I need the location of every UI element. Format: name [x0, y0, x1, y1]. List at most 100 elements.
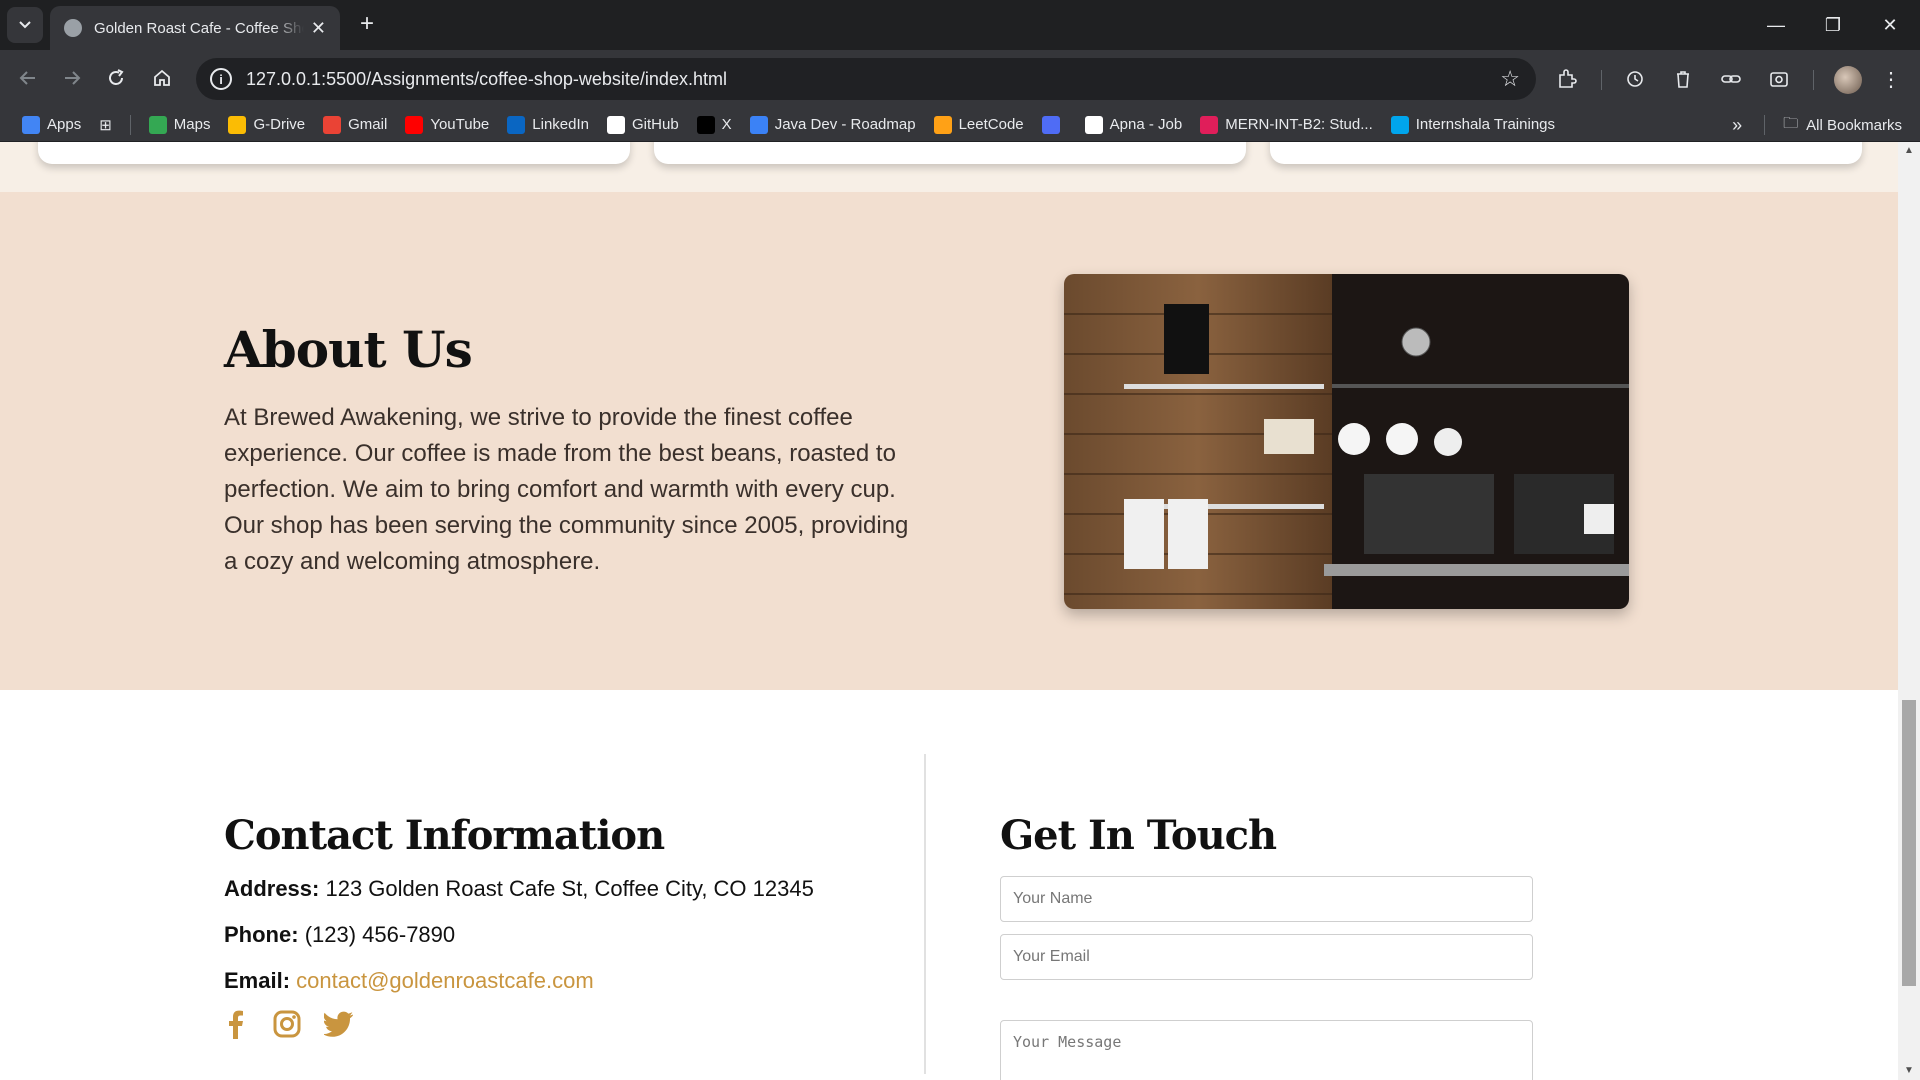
name-input[interactable] — [1000, 876, 1533, 922]
browser-toolbar: i 127.0.0.1:5500/Assignments/coffee-shop… — [0, 50, 1920, 108]
apna-icon — [1084, 115, 1103, 134]
bookmark-label: GitHub — [631, 116, 679, 133]
extensions-icon[interactable] — [1552, 64, 1582, 94]
bookmark-item[interactable]: Apna - Job — [1084, 115, 1183, 134]
bookmark-label: LinkedIn — [532, 116, 589, 133]
close-window-button[interactable]: ✕ — [1862, 0, 1918, 50]
tab-search-button[interactable] — [7, 7, 43, 43]
bookmarks-bar: Apps ⊞ Maps G-Drive Gmail YouTube LinkedIn GitH… — [0, 108, 1920, 142]
all-bookmarks-button[interactable]: All Bookmarks — [1806, 117, 1902, 134]
email-input[interactable] — [1000, 934, 1533, 980]
tab-title: Golden Roast Cafe - Coffee Shop — [94, 19, 304, 37]
twitter-icon[interactable] — [324, 1008, 354, 1040]
screenshot-icon[interactable] — [1764, 64, 1794, 94]
bookmark-item[interactable]: G-Drive — [228, 115, 306, 134]
contact-section: Contact Information Address: 123 Golden … — [0, 690, 1898, 1080]
bookmark-label: Internshala Trainings — [1415, 116, 1555, 133]
menu-card — [654, 142, 1246, 164]
bookmark-item[interactable]: X — [696, 115, 732, 134]
close-tab-icon[interactable]: ✕ — [311, 18, 326, 39]
link-icon[interactable] — [1716, 64, 1746, 94]
menu-dots-icon[interactable]: ⋮ — [1876, 64, 1906, 94]
bookmark-item[interactable]: Apps — [22, 115, 81, 134]
tab-groups-icon[interactable]: ⊞ — [99, 116, 112, 134]
gmail-icon — [323, 115, 342, 134]
phone-label: Phone: — [224, 922, 299, 947]
social-links — [220, 1008, 354, 1040]
arrow-left-icon — [19, 71, 35, 85]
globe-icon — [64, 19, 82, 37]
minimize-button[interactable]: — — [1748, 0, 1804, 50]
bookmark-label: MERN-INT-B2: Stud... — [1225, 116, 1373, 133]
x-icon — [696, 115, 715, 134]
home-button[interactable] — [144, 60, 180, 96]
scroll-down-arrow-icon[interactable]: ▼ — [1903, 1066, 1915, 1076]
bookmark-item[interactable]: Maps — [148, 115, 211, 134]
reload-icon — [109, 69, 124, 85]
bookmark-label: Maps — [173, 116, 211, 133]
leetcode-icon — [933, 115, 952, 134]
bookmark-item[interactable]: GitHub — [606, 115, 679, 134]
back-button[interactable] — [10, 60, 46, 96]
email-label: Email: — [224, 968, 291, 993]
address-label: Address: — [224, 876, 320, 901]
about-text: At Brewed Awakening, we strive to provid… — [224, 404, 909, 575]
message-textarea[interactable] — [1000, 1020, 1533, 1080]
address-bar[interactable]: i 127.0.0.1:5500/Assignments/coffee-shop… — [196, 58, 1536, 100]
browser-tab-bar: Golden Roast Cafe - Coffee Shop ✕ + — ❐ … — [0, 0, 1920, 50]
linkedin-icon — [507, 115, 526, 134]
bookmark-item[interactable]: Gmail — [323, 115, 387, 134]
bookmark-label: G-Drive — [253, 116, 306, 133]
address-line: Address: 123 Golden Roast Cafe St, Coffe… — [224, 876, 814, 902]
instagram-icon[interactable] — [272, 1008, 302, 1040]
s-icon — [1041, 115, 1060, 134]
email-link[interactable]: contact@goldenroastcafe.com — [296, 968, 594, 993]
menu-card — [1270, 142, 1862, 164]
bookmark-item[interactable]: Internshala Trainings — [1390, 115, 1555, 134]
contact-title: Contact Information — [224, 812, 665, 859]
menu-card — [38, 142, 630, 164]
bookmarks-overflow-area: » 🗀 All Bookmarks — [1732, 108, 1902, 142]
drive-icon — [228, 115, 247, 134]
phone-value: (123) 456-7890 — [304, 922, 456, 947]
bookmark-item[interactable]: LinkedIn — [507, 115, 589, 134]
scroll-thumb[interactable] — [1902, 700, 1916, 986]
home-icon — [154, 69, 170, 86]
bookmark-label: YouTube — [430, 116, 490, 133]
restore-button[interactable]: ❐ — [1805, 0, 1861, 50]
url-text: 127.0.0.1:5500/Assignments/coffee-shop-w… — [246, 68, 727, 89]
bookmark-label: Java Dev - Roadmap — [774, 116, 916, 133]
bookmark-star-icon[interactable]: ☆ — [1500, 66, 1520, 92]
address-value: 123 Golden Roast Cafe St, Coffee City, C… — [325, 876, 814, 901]
bookmark-label: LeetCode — [958, 116, 1024, 133]
page-scrollbar[interactable]: ▲ ▼ — [1898, 142, 1920, 1080]
section-divider — [924, 754, 926, 1074]
trash-icon[interactable] — [1668, 64, 1698, 94]
menu-section-bottom — [0, 142, 1898, 192]
bookmark-item[interactable]: MERN-INT-B2: Stud... — [1200, 115, 1373, 134]
ist-icon — [1390, 115, 1409, 134]
bookmark-item[interactable]: LeetCode — [933, 115, 1024, 134]
about-title: About Us — [224, 320, 473, 379]
new-tab-button[interactable]: + — [352, 10, 382, 40]
chat-icon — [749, 115, 768, 134]
site-info-icon[interactable]: i — [210, 68, 232, 90]
bookmark-item[interactable]: Java Dev - Roadmap — [749, 115, 916, 134]
phone-line: Phone: (123) 456-7890 — [224, 922, 455, 948]
history-icon[interactable] — [1620, 64, 1650, 94]
page-viewport: About Us At Brewed Awakening, we strive … — [0, 142, 1920, 1080]
forward-button[interactable] — [54, 60, 90, 96]
chevron-double-right-icon[interactable]: » — [1732, 115, 1742, 136]
apps-grid-icon — [22, 115, 40, 134]
bookmark-label: Apna - Job — [1109, 116, 1183, 133]
about-section: About Us At Brewed Awakening, we strive … — [0, 192, 1898, 690]
get-in-touch-title: Get In Touch — [1000, 812, 1277, 859]
facebook-icon[interactable] — [220, 1008, 250, 1040]
profile-avatar[interactable] — [1834, 66, 1862, 94]
cafe-interior-image — [1064, 274, 1629, 609]
bookmark-item[interactable]: YouTube — [405, 115, 490, 134]
bookmark-item[interactable] — [1041, 115, 1067, 134]
active-tab[interactable]: Golden Roast Cafe - Coffee Shop ✕ — [50, 6, 340, 50]
scroll-up-arrow-icon[interactable]: ▲ — [1903, 146, 1915, 156]
reload-button[interactable] — [98, 60, 134, 96]
